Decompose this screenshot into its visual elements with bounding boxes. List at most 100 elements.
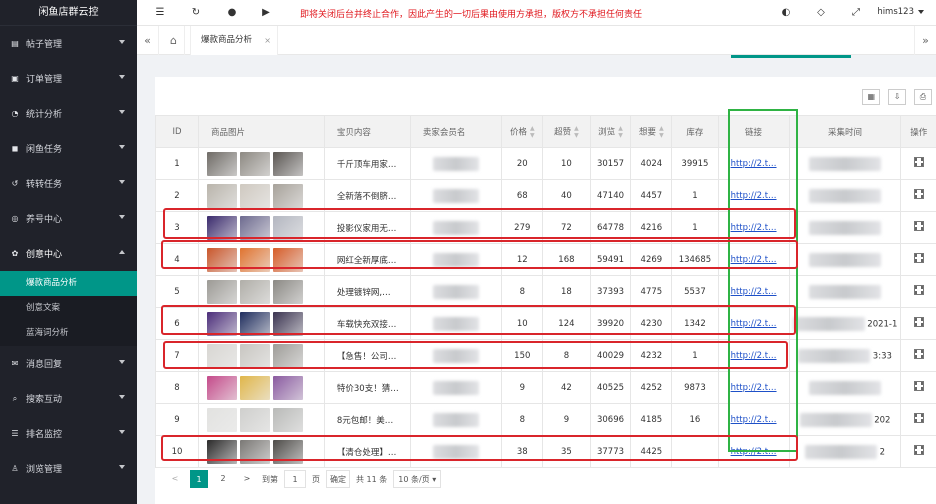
qrcode-icon[interactable] (913, 253, 924, 263)
product-link[interactable]: http://2.t… (731, 223, 777, 233)
export-icon[interactable]: ⇩ (888, 89, 907, 105)
product-link[interactable]: http://2.t… (731, 255, 777, 265)
cell-wants: 4457 (630, 179, 673, 212)
product-thumbnail[interactable] (207, 311, 238, 336)
product-thumbnail[interactable] (273, 215, 304, 240)
tab-prev-icon[interactable]: « (137, 26, 159, 55)
product-link[interactable]: http://2.t… (731, 191, 777, 201)
product-thumbnail[interactable] (207, 151, 238, 176)
refresh-icon[interactable]: ↻ (189, 6, 203, 20)
column-header[interactable]: 超赞 ▲ ▼ (542, 115, 591, 148)
page-button-2[interactable]: 2 (214, 470, 232, 488)
qrcode-icon[interactable] (913, 317, 924, 327)
column-header[interactable]: 价格 ▲ ▼ (501, 115, 544, 148)
product-thumbnail[interactable] (273, 407, 304, 432)
product-thumbnail[interactable] (240, 215, 271, 240)
product-thumbnail[interactable] (240, 375, 271, 400)
qrcode-icon[interactable] (913, 445, 924, 455)
page-button-1[interactable]: 1 (190, 470, 208, 488)
qrcode-icon[interactable] (913, 221, 924, 231)
product-link[interactable]: http://2.t… (731, 351, 777, 361)
menu-toggle-icon[interactable]: ☰ (153, 6, 167, 20)
product-thumbnail[interactable] (273, 311, 304, 336)
product-thumbnail[interactable] (207, 247, 238, 272)
next-page-button[interactable]: > (238, 470, 256, 488)
sort-icon[interactable]: ▲ ▼ (618, 125, 623, 139)
product-thumbnail[interactable] (273, 183, 304, 208)
sidebar-item[interactable]: ◼ 闲鱼任务 (0, 131, 137, 166)
product-link[interactable]: http://2.t… (731, 383, 777, 393)
sidebar-item[interactable]: ▤ 帖子管理 (0, 26, 137, 61)
submenu-item[interactable]: 蓝海词分析 (0, 321, 137, 346)
columns-icon[interactable]: ▦ (862, 89, 881, 105)
product-link[interactable]: http://2.t… (731, 415, 777, 425)
sidebar-item[interactable]: ✉ 消息回复 (0, 346, 137, 381)
product-thumbnail[interactable] (207, 279, 238, 304)
qrcode-icon[interactable] (913, 413, 924, 423)
product-thumbnail[interactable] (273, 279, 304, 304)
goto-page-input[interactable]: 1 (284, 470, 306, 488)
product-thumbnail[interactable] (273, 151, 304, 176)
sidebar-item[interactable]: ⌕ 搜索互动 (0, 381, 137, 416)
product-thumbnail[interactable] (207, 343, 238, 368)
product-link[interactable]: http://2.t… (731, 159, 777, 169)
product-link[interactable]: http://2.t… (731, 287, 777, 297)
qrcode-icon[interactable] (913, 285, 924, 295)
sort-icon[interactable]: ▲ ▼ (574, 125, 579, 139)
product-thumbnail[interactable] (207, 183, 238, 208)
tag-icon[interactable]: ◇ (814, 6, 828, 20)
sidebar-item[interactable]: ✿ 创意中心 (0, 236, 137, 271)
sidebar-item[interactable]: ♙ 浏览管理 (0, 451, 137, 486)
product-thumbnail[interactable] (240, 247, 271, 272)
sidebar-item[interactable]: ▣ 订单管理 (0, 61, 137, 96)
qrcode-icon[interactable] (913, 189, 924, 199)
column-header[interactable]: 浏览 ▲ ▼ (589, 115, 632, 148)
column-header[interactable]: 想要 ▲ ▼ (630, 115, 673, 148)
cell-id: 4 (154, 243, 200, 276)
product-thumbnail[interactable] (207, 375, 238, 400)
product-thumbnail[interactable] (240, 311, 271, 336)
chat-icon[interactable]: ● (225, 6, 239, 20)
print-icon[interactable]: ⎙ (914, 89, 932, 105)
sidebar-item[interactable]: ↺ 转转任务 (0, 166, 137, 201)
confirm-button[interactable]: 确定 (326, 470, 350, 488)
cell-seller (409, 371, 503, 404)
product-thumbnail[interactable] (240, 439, 271, 464)
sidebar-item[interactable]: ☰ 排名监控 (0, 416, 137, 451)
qrcode-icon[interactable] (913, 381, 924, 391)
product-link[interactable]: http://2.t… (731, 447, 777, 457)
close-icon[interactable]: × (264, 26, 271, 55)
product-thumbnail[interactable] (207, 407, 238, 432)
order-icon: ▣ (11, 73, 19, 83)
sort-icon[interactable]: ▲ ▼ (659, 125, 664, 139)
product-thumbnail[interactable] (240, 407, 271, 432)
product-thumbnail[interactable] (240, 343, 271, 368)
home-icon[interactable]: ⌂ (163, 26, 185, 55)
sidebar-item[interactable]: ◎ 养号中心 (0, 201, 137, 236)
fullscreen-icon[interactable]: ⤢ (849, 6, 863, 20)
tab-next-icon[interactable]: » (914, 26, 936, 55)
product-thumbnail[interactable] (207, 439, 238, 464)
product-thumbnail[interactable] (240, 279, 271, 304)
theme-icon[interactable]: ◐ (779, 6, 793, 20)
product-thumbnail[interactable] (273, 439, 304, 464)
product-thumbnail[interactable] (273, 247, 304, 272)
qrcode-icon[interactable] (913, 349, 924, 359)
prev-page-button[interactable]: < (166, 470, 184, 488)
blurred-seller (433, 252, 480, 267)
user-menu[interactable]: hims123 (877, 7, 924, 17)
qrcode-icon[interactable] (913, 157, 924, 167)
submenu-item[interactable]: 爆款商品分析 (0, 271, 137, 296)
page-size-select[interactable]: 10 条/页 ▾ (393, 470, 442, 488)
product-thumbnail[interactable] (273, 375, 304, 400)
tab-current[interactable]: 爆款商品分析 × (190, 26, 278, 55)
sort-icon[interactable]: ▲ ▼ (530, 125, 535, 139)
product-thumbnail[interactable] (240, 183, 271, 208)
submenu-item[interactable]: 创意文案 (0, 296, 137, 321)
sidebar-item[interactable]: ◔ 统计分析 (0, 96, 137, 131)
product-link[interactable]: http://2.t… (731, 319, 777, 329)
product-thumbnail[interactable] (240, 151, 271, 176)
product-thumbnail[interactable] (207, 215, 238, 240)
play-icon[interactable]: ▶ (259, 6, 273, 20)
product-thumbnail[interactable] (273, 343, 304, 368)
